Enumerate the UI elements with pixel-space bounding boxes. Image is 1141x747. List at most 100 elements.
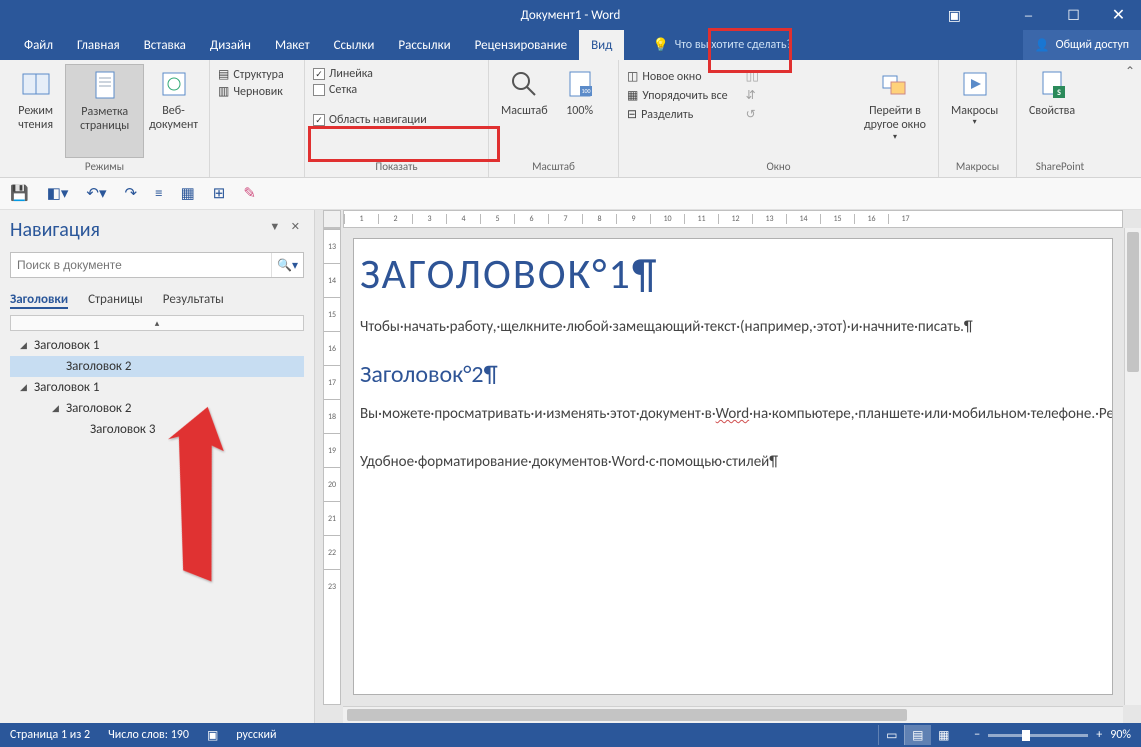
doc-paragraph[interactable]: Вы·можете·просматривать·и·изменять·этот·… xyxy=(360,399,1106,429)
tab-mailings[interactable]: Рассылки xyxy=(386,30,462,60)
tab-references[interactable]: Ссылки xyxy=(322,30,387,60)
ribbon-display-options-icon[interactable]: ▣ xyxy=(948,7,961,24)
pane-dropdown-icon[interactable]: ▼ xyxy=(269,220,284,233)
sync-scroll-button[interactable]: ⇵ xyxy=(744,87,761,104)
draft-button[interactable]: ▥Черновик xyxy=(216,83,304,100)
side-by-side-button[interactable]: ▯▯ xyxy=(744,68,761,85)
view-print-button[interactable]: ▤ xyxy=(904,725,930,745)
split-button[interactable]: ⊟Разделить xyxy=(625,106,730,123)
vertical-scrollbar[interactable] xyxy=(1124,228,1141,705)
tell-me-search[interactable]: 💡Что вы хотите сделать? xyxy=(644,30,800,60)
macros-button[interactable]: Макросы▾ xyxy=(945,64,1004,158)
ribbon-group-zoom: Масштаб 100100% Масштаб xyxy=(489,60,619,177)
properties-button[interactable]: SСвойства xyxy=(1023,64,1081,158)
ruler-checkbox[interactable]: ✓Линейка xyxy=(311,66,482,82)
split-icon: ⊟ xyxy=(627,107,637,122)
undo-button[interactable]: ↶▾ xyxy=(86,184,106,203)
view-buttons: ▭ ▤ ▦ xyxy=(878,725,956,745)
ruler-corner xyxy=(323,210,341,228)
view-web-button[interactable]: ▦ xyxy=(930,725,956,745)
chevron-down-icon: ◢ xyxy=(20,382,30,393)
horizontal-scrollbar[interactable] xyxy=(343,706,1123,723)
doc-heading-2[interactable]: Заголовок°2¶ xyxy=(360,360,1106,389)
new-window-button[interactable]: ◫Новое окно xyxy=(625,68,730,85)
share-button[interactable]: 👤Общий доступ xyxy=(1023,30,1141,60)
outline-button[interactable]: ▤Структура xyxy=(216,66,304,83)
arrange-icon: ▦ xyxy=(627,88,638,103)
scrollbar-thumb[interactable] xyxy=(1127,232,1139,372)
qat-item[interactable]: ✎ xyxy=(243,184,256,203)
document-page[interactable]: ЗАГОЛОВОК°1¶ Чтобы·начать·работу,·щелкни… xyxy=(353,238,1113,695)
gridlines-checkbox[interactable]: Сетка xyxy=(311,82,482,98)
nav-tab-headings[interactable]: Заголовки xyxy=(10,292,68,309)
ribbon-tabs: Файл Главная Вставка Дизайн Макет Ссылки… xyxy=(0,30,1141,60)
doc-heading-1[interactable]: ЗАГОЛОВОК°1¶ xyxy=(360,249,1106,300)
qat-item[interactable]: ⊞ xyxy=(213,184,226,203)
search-button[interactable]: 🔍▾ xyxy=(271,253,303,277)
doc-paragraph[interactable]: Чтобы·начать·работу,·щелкните·любой·заме… xyxy=(360,312,1106,342)
pane-close-icon[interactable]: ✕ xyxy=(291,220,304,233)
tab-layout[interactable]: Макет xyxy=(263,30,322,60)
reset-pos-button[interactable]: ↺ xyxy=(744,106,761,123)
web-layout-button[interactable]: Веб-документ xyxy=(144,64,203,158)
print-layout-button[interactable]: Разметка страницы xyxy=(65,64,144,158)
maximize-button[interactable]: ☐ xyxy=(1051,0,1096,30)
ribbon-group-sharepoint: SСвойства SharePoint xyxy=(1017,60,1103,177)
doc-paragraph[interactable]: Удобное·форматирование·документов·Word·с… xyxy=(360,447,1106,477)
scrollbar-thumb[interactable] xyxy=(347,709,907,721)
status-language[interactable]: русский xyxy=(236,728,276,742)
nav-tree-item[interactable]: ◢Заголовок 2 xyxy=(10,398,304,419)
nav-tab-results[interactable]: Результаты xyxy=(163,292,224,309)
slider-knob[interactable] xyxy=(1022,730,1030,741)
nav-tree-item[interactable]: Заголовок 3 xyxy=(10,419,304,440)
close-button[interactable]: ✕ xyxy=(1096,0,1141,30)
vertical-ruler[interactable]: 1314151617181920212223 xyxy=(323,228,341,705)
nav-tree-item[interactable]: Заголовок 2 xyxy=(10,356,304,377)
ribbon-group-views-ext: ▤Структура ▥Черновик xyxy=(210,60,310,177)
svg-text:S: S xyxy=(1057,88,1061,98)
status-word-count[interactable]: Число слов: 190 xyxy=(108,728,189,742)
minimize-button[interactable]: ─ xyxy=(1006,0,1051,30)
read-mode-button[interactable]: Режим чтения xyxy=(6,64,65,158)
nav-collapse-bar[interactable]: ▴ xyxy=(10,315,304,331)
group-label-macros: Макросы xyxy=(945,158,1010,177)
zoom-out-button[interactable]: − xyxy=(974,728,980,742)
view-read-button[interactable]: ▭ xyxy=(878,725,904,745)
tab-view[interactable]: Вид xyxy=(579,30,624,60)
qat-dropdown[interactable]: ◧▾ xyxy=(47,184,69,203)
tab-home[interactable]: Главная xyxy=(65,30,132,60)
group-label-zoom: Масштаб xyxy=(495,158,612,177)
collapse-ribbon-button[interactable]: ⌃ xyxy=(1125,64,1135,79)
tab-insert[interactable]: Вставка xyxy=(132,30,198,60)
zoom-level[interactable]: 90% xyxy=(1110,728,1131,742)
arrange-all-button[interactable]: ▦Упорядочить все xyxy=(625,87,730,104)
tab-design[interactable]: Дизайн xyxy=(198,30,263,60)
group-label-sharepoint: SharePoint xyxy=(1023,158,1097,177)
outline-icon: ▤ xyxy=(218,67,229,82)
nav-tree-item[interactable]: ◢Заголовок 1 xyxy=(10,377,304,398)
zoom-button[interactable]: Масштаб xyxy=(495,64,554,158)
tab-review[interactable]: Рецензирование xyxy=(463,30,579,60)
qat-item[interactable]: ≡ xyxy=(155,185,162,203)
checkbox-icon xyxy=(313,84,325,96)
zoom-slider[interactable] xyxy=(988,734,1088,737)
group-label-show: Показать xyxy=(311,158,482,177)
status-proofing-icon[interactable]: ▣ xyxy=(207,728,218,743)
qat-item[interactable]: ▦ xyxy=(181,184,195,203)
group-label-views: Режимы xyxy=(6,158,203,177)
tab-file[interactable]: Файл xyxy=(12,30,65,60)
nav-tree-item[interactable]: ◢Заголовок 1 xyxy=(10,335,304,356)
switch-windows-button[interactable]: Перейти вдругое окно▾ xyxy=(858,64,932,158)
nav-tab-pages[interactable]: Страницы xyxy=(88,292,143,309)
status-bar: Страница 1 из 2 Число слов: 190 ▣ русски… xyxy=(0,723,1141,747)
zoom-100-button[interactable]: 100100% xyxy=(554,64,606,158)
redo-button[interactable]: ↷ xyxy=(125,184,138,203)
navigation-pane-checkbox[interactable]: ✓Область навигации xyxy=(311,112,482,128)
horizontal-ruler[interactable]: 1234567891011121314151617 xyxy=(343,210,1123,228)
status-page[interactable]: Страница 1 из 2 xyxy=(10,728,90,742)
document-area: 1234567891011121314151617 13141516171819… xyxy=(315,210,1141,723)
zoom-in-button[interactable]: + xyxy=(1096,728,1102,742)
search-input[interactable] xyxy=(11,253,271,277)
save-button[interactable]: 💾 xyxy=(10,184,29,203)
ribbon: Режим чтения Разметка страницы Веб-докум… xyxy=(0,60,1141,178)
